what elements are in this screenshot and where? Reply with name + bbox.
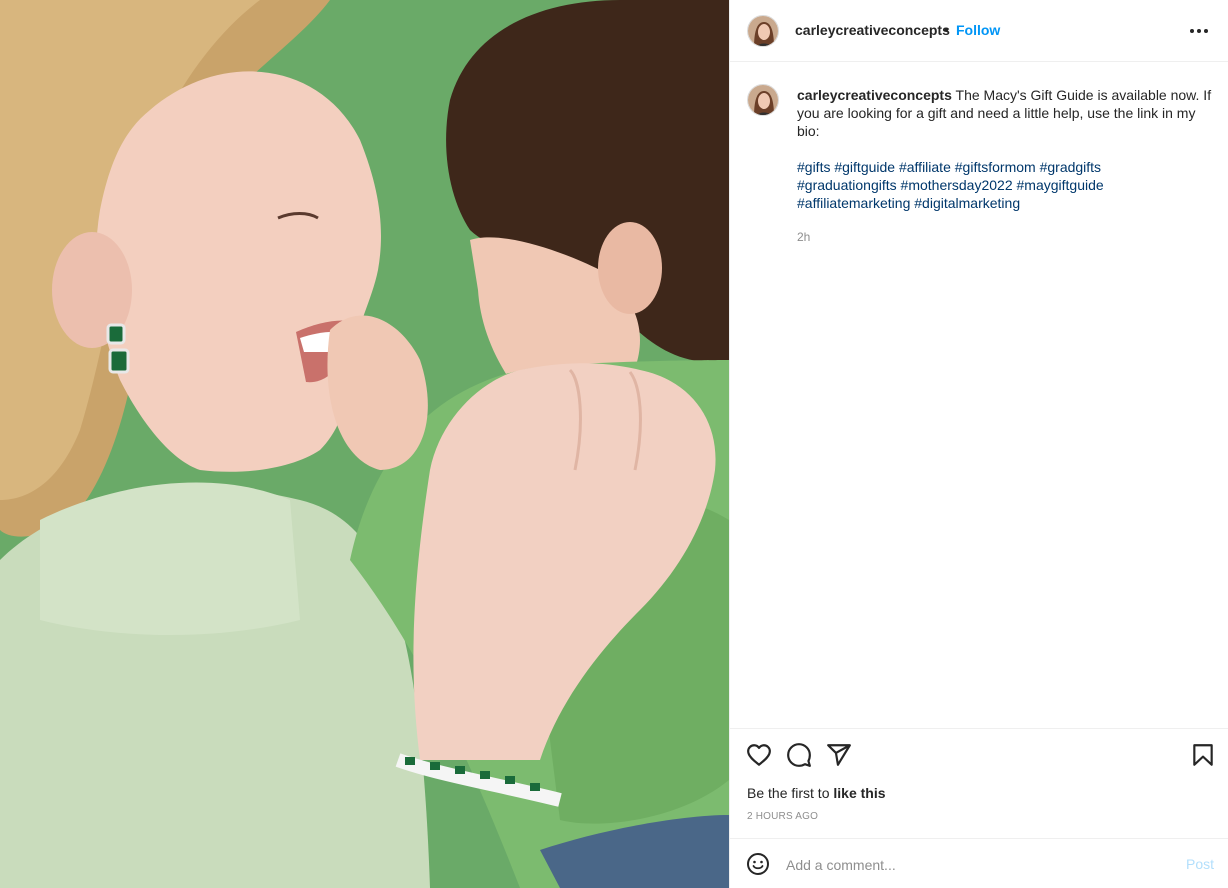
separator-dot: • bbox=[944, 21, 949, 37]
like-this-link[interactable]: like this bbox=[833, 785, 885, 801]
more-options-icon[interactable] bbox=[1185, 20, 1213, 42]
hashtag-link[interactable]: #digitalmarketing bbox=[914, 195, 1020, 211]
hashtag-link[interactable]: #giftsformom bbox=[955, 159, 1036, 175]
post-caption: carleycreativeconcepts The Macy's Gift G… bbox=[797, 86, 1215, 246]
author-username[interactable]: carleycreativeconcepts bbox=[795, 22, 950, 38]
more-dot bbox=[1197, 29, 1201, 33]
post-timestamp[interactable]: 2 HOURS AGO bbox=[747, 811, 818, 822]
avatar-image bbox=[748, 85, 778, 115]
photo-illustration bbox=[0, 0, 729, 888]
caption-body: carleycreativeconcepts The Macy's Gift G… bbox=[797, 86, 1215, 140]
more-dot bbox=[1204, 29, 1208, 33]
avatar-image bbox=[748, 16, 778, 46]
post-comment-button[interactable]: Post bbox=[1186, 856, 1214, 872]
hashtag-link[interactable]: #gifts bbox=[797, 159, 830, 175]
comment-form: Post bbox=[730, 838, 1228, 888]
likes-summary: Be the first to like this bbox=[747, 785, 886, 801]
author-avatar[interactable] bbox=[747, 15, 779, 47]
post-image[interactable] bbox=[0, 0, 729, 888]
more-dot bbox=[1190, 29, 1194, 33]
hashtag-link[interactable]: #affiliatemarketing bbox=[797, 195, 910, 211]
caption-username[interactable]: carleycreativeconcepts bbox=[797, 87, 952, 103]
hashtag-list: #gifts #giftguide #affiliate #giftsformo… bbox=[797, 158, 1215, 212]
hashtag-link[interactable]: #mothersday2022 bbox=[901, 177, 1013, 193]
post-actions: Be the first to like this 2 HOURS AGO bbox=[730, 728, 1228, 838]
hashtag-link[interactable]: #maygiftguide bbox=[1017, 177, 1104, 193]
follow-button[interactable]: Follow bbox=[956, 22, 1000, 38]
share-icon[interactable] bbox=[826, 742, 852, 768]
bookmark-icon[interactable] bbox=[1190, 742, 1216, 768]
post-details-panel: carleycreativeconcepts • Follow carleycr… bbox=[729, 0, 1228, 888]
post-header: carleycreativeconcepts • Follow bbox=[730, 0, 1228, 62]
caption-age[interactable]: 2h bbox=[797, 228, 1215, 246]
emoji-icon[interactable] bbox=[746, 852, 770, 876]
caption-area: carleycreativeconcepts The Macy's Gift G… bbox=[730, 62, 1228, 728]
hashtag-link[interactable]: #affiliate bbox=[899, 159, 951, 175]
comment-input[interactable] bbox=[786, 854, 1166, 876]
comment-icon[interactable] bbox=[786, 742, 812, 768]
likes-prefix: Be the first to bbox=[747, 785, 830, 801]
hashtag-link[interactable]: #gradgifts bbox=[1040, 159, 1101, 175]
hashtag-link[interactable]: #giftguide bbox=[834, 159, 895, 175]
heart-icon[interactable] bbox=[746, 742, 772, 768]
caption-avatar[interactable] bbox=[747, 84, 779, 116]
hashtag-link[interactable]: #graduationgifts bbox=[797, 177, 897, 193]
